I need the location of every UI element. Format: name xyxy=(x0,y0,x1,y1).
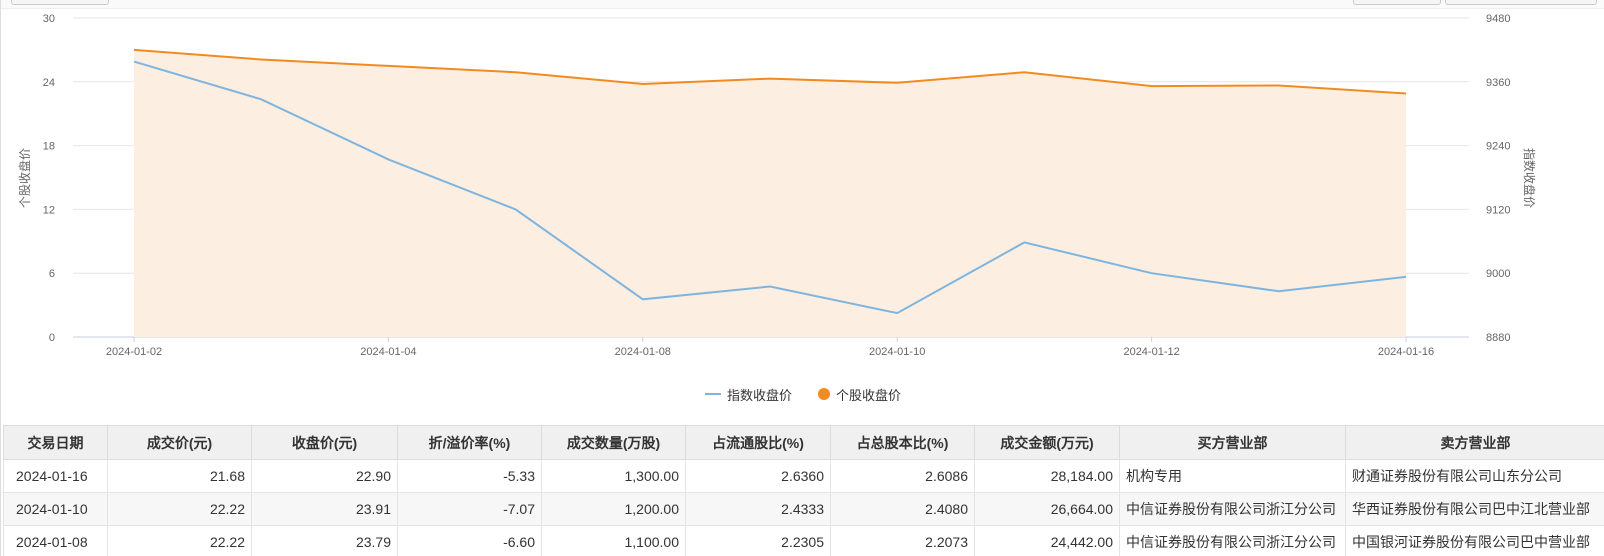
header-seller[interactable]: 卖方营业部 xyxy=(1345,425,1604,460)
cell-amount: 26,664.00 xyxy=(974,492,1120,526)
cell-close-price: 23.91 xyxy=(251,492,398,526)
cell-trade-date: 2024-01-08 xyxy=(3,525,108,556)
cell-premium-rate: -6.60 xyxy=(397,525,542,556)
table-row: 2024-01-16 21.68 22.90 -5.33 1,300.00 2.… xyxy=(3,459,1604,493)
y-left-tick-label: 30 xyxy=(43,13,55,25)
cell-close-price: 23.79 xyxy=(251,525,398,556)
cell-float-ratio: 2.4333 xyxy=(685,492,831,526)
y-left-tick-label: 0 xyxy=(49,332,55,344)
block-trade-panel: 30 9480 24 9360 18 9240 12 9120 6 9000 0 8880 2024-0… xyxy=(0,0,1604,556)
cell-total-ratio: 2.2073 xyxy=(830,525,975,556)
y-left-tick-label: 18 xyxy=(43,141,55,153)
header-trade-date[interactable]: 交易日期 xyxy=(3,425,108,460)
cell-amount: 28,184.00 xyxy=(974,459,1120,493)
cell-trade-price: 22.22 xyxy=(107,525,252,556)
cell-amount: 24,442.00 xyxy=(974,525,1120,556)
cell-trade-date: 2024-01-16 xyxy=(3,459,108,493)
y-right-tick-label: 9480 xyxy=(1486,13,1510,25)
cell-total-ratio: 2.6086 xyxy=(830,459,975,493)
legend-line-icon xyxy=(704,393,721,395)
cell-trade-date: 2024-01-10 xyxy=(3,492,108,526)
x-tick-label: 2024-01-08 xyxy=(615,346,671,358)
legend-label-stock: 个股收盘价 xyxy=(836,387,902,403)
header-volume[interactable]: 成交数量(万股) xyxy=(541,425,686,460)
legend-dot-icon xyxy=(818,388,830,400)
x-tick-label: 2024-01-16 xyxy=(1378,346,1434,358)
cell-buyer: 机构专用 xyxy=(1119,459,1346,493)
cell-buyer: 中信证券股份有限公司浙江分公司 xyxy=(1119,525,1346,556)
cell-volume: 1,200.00 xyxy=(541,492,686,526)
cell-trade-price: 22.22 xyxy=(107,492,252,526)
chart-legend: 指数收盘价 个股收盘价 xyxy=(1,384,1604,404)
header-buyer[interactable]: 买方营业部 xyxy=(1119,425,1346,460)
block-trade-table: 交易日期 成交价(元) 收盘价(元) 折/溢价率(%) 成交数量(万股) 占流通… xyxy=(3,425,1604,556)
y-right-tick-label: 9360 xyxy=(1486,77,1510,89)
legend-item-stock[interactable]: 个股收盘价 xyxy=(818,385,901,404)
cell-seller: 财通证券股份有限公司山东分公司 xyxy=(1345,459,1604,493)
header-amount[interactable]: 成交金额(万元) xyxy=(974,425,1120,460)
series-area-stock xyxy=(134,49,1406,338)
table-header-row: 交易日期 成交价(元) 收盘价(元) 折/溢价率(%) 成交数量(万股) 占流通… xyxy=(3,425,1604,460)
y-right-tick-label: 9240 xyxy=(1486,141,1510,153)
price-comparison-chart: 30 9480 24 9360 18 9240 12 9120 6 9000 0 8880 2024-0… xyxy=(17,13,1537,358)
cell-total-ratio: 2.4080 xyxy=(830,492,975,526)
table-row: 2024-01-08 22.22 23.79 -6.60 1,100.00 2.… xyxy=(3,525,1604,556)
header-float-ratio[interactable]: 占流通股比(%) xyxy=(685,425,831,460)
cell-float-ratio: 2.2305 xyxy=(685,525,831,556)
x-tick-label: 2024-01-02 xyxy=(106,346,162,358)
block-trade-table-wrap: 交易日期 成交价(元) 收盘价(元) 折/溢价率(%) 成交数量(万股) 占流通… xyxy=(3,425,1604,556)
header-premium-rate[interactable]: 折/溢价率(%) xyxy=(397,425,542,460)
cell-trade-price: 21.68 xyxy=(107,459,252,493)
header-close-price[interactable]: 收盘价(元) xyxy=(251,425,398,460)
x-tick-label: 2024-01-12 xyxy=(1123,346,1179,358)
cell-close-price: 22.90 xyxy=(251,459,398,493)
cell-seller: 华西证券股份有限公司巴中江北营业部 xyxy=(1345,492,1604,526)
y-right-tick-label: 9000 xyxy=(1486,268,1510,280)
y-left-tick-label: 6 xyxy=(49,268,55,280)
y-right-axis-title: 指数收盘价 xyxy=(1522,148,1537,208)
y-right-tick-label: 9120 xyxy=(1486,204,1510,216)
x-tick-label: 2024-01-10 xyxy=(869,346,925,358)
y-right-tick-label: 8880 xyxy=(1486,332,1510,344)
y-left-tick-label: 24 xyxy=(43,77,55,89)
cell-premium-rate: -5.33 xyxy=(397,459,542,493)
area-layer xyxy=(134,49,1406,338)
cell-buyer: 中信证券股份有限公司浙江分公司 xyxy=(1119,492,1346,526)
y-left-axis-title: 个股收盘价 xyxy=(17,148,32,208)
cell-float-ratio: 2.6360 xyxy=(685,459,831,493)
cell-volume: 1,100.00 xyxy=(541,525,686,556)
cell-premium-rate: -7.07 xyxy=(397,492,542,526)
cell-seller: 中国银河证券股份有限公司巴中营业部 xyxy=(1345,525,1604,556)
legend-label-index: 指数收盘价 xyxy=(726,387,792,403)
table-row: 2024-01-10 22.22 23.91 -7.07 1,200.00 2.… xyxy=(3,492,1604,526)
y-left-tick-label: 12 xyxy=(43,204,55,216)
legend-item-index[interactable]: 指数收盘价 xyxy=(704,385,792,404)
header-trade-price[interactable]: 成交价(元) xyxy=(107,425,252,460)
header-total-ratio[interactable]: 占总股本比(%) xyxy=(830,425,975,460)
x-tick-label: 2024-01-04 xyxy=(360,346,416,358)
cell-volume: 1,300.00 xyxy=(541,459,686,493)
